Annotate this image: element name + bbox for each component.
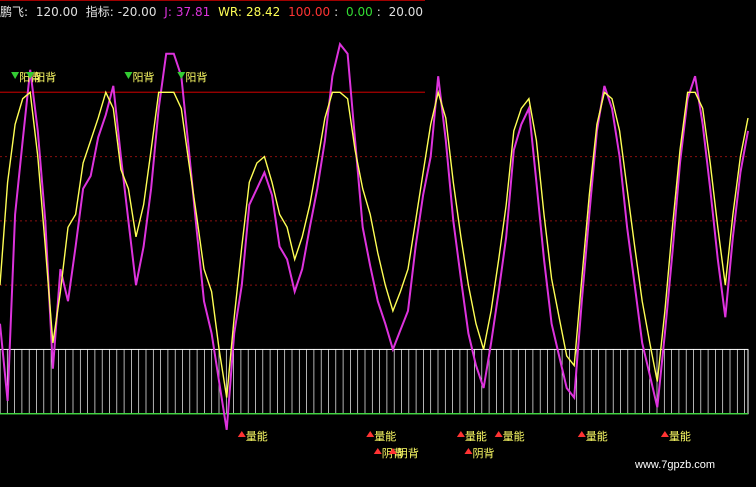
kdj-wr-chart: 阳背阳背阳背阳背量能量能阴背阴背量能阴背量能量能量能 www.7gpzb.com xyxy=(0,41,749,471)
signal-arrow-icon xyxy=(366,431,375,437)
signal-label: 阴背 xyxy=(472,446,494,460)
signal-arrow-icon xyxy=(660,431,669,437)
signal-label: 阴背 xyxy=(397,446,419,460)
signal-arrow-icon xyxy=(177,72,186,79)
band-outline xyxy=(0,348,749,415)
signal-arrow-icon xyxy=(577,431,586,437)
signal-arrow-icon xyxy=(11,72,20,79)
signal-label: 量能 xyxy=(246,429,268,443)
oversold-band xyxy=(0,348,749,415)
signal-label: 阳背 xyxy=(132,70,154,84)
signal-label: 阳背 xyxy=(185,70,207,84)
signal-label: 量能 xyxy=(374,429,396,443)
signal-arrow-icon xyxy=(464,448,473,454)
signal-label: 量能 xyxy=(586,429,608,443)
indicator-lines xyxy=(0,41,749,430)
signal-arrow-icon xyxy=(494,431,503,437)
signal-arrow-icon xyxy=(124,72,133,79)
signal-markers: 阳背阳背阳背阳背量能量能阴背阴背量能阴背量能量能量能 xyxy=(11,70,691,460)
signal-label: 量能 xyxy=(669,429,691,443)
signal-arrow-icon xyxy=(373,448,382,454)
signal-arrow-icon xyxy=(237,431,246,437)
signal-label: 阳背 xyxy=(34,70,56,84)
series-line-wr xyxy=(0,89,749,398)
signal-label: 量能 xyxy=(503,429,525,443)
signal-label: 量能 xyxy=(465,429,487,443)
grid-lines xyxy=(0,156,748,286)
signal-arrow-icon xyxy=(456,431,465,437)
watermark: www.7gpzb.com xyxy=(634,459,715,471)
